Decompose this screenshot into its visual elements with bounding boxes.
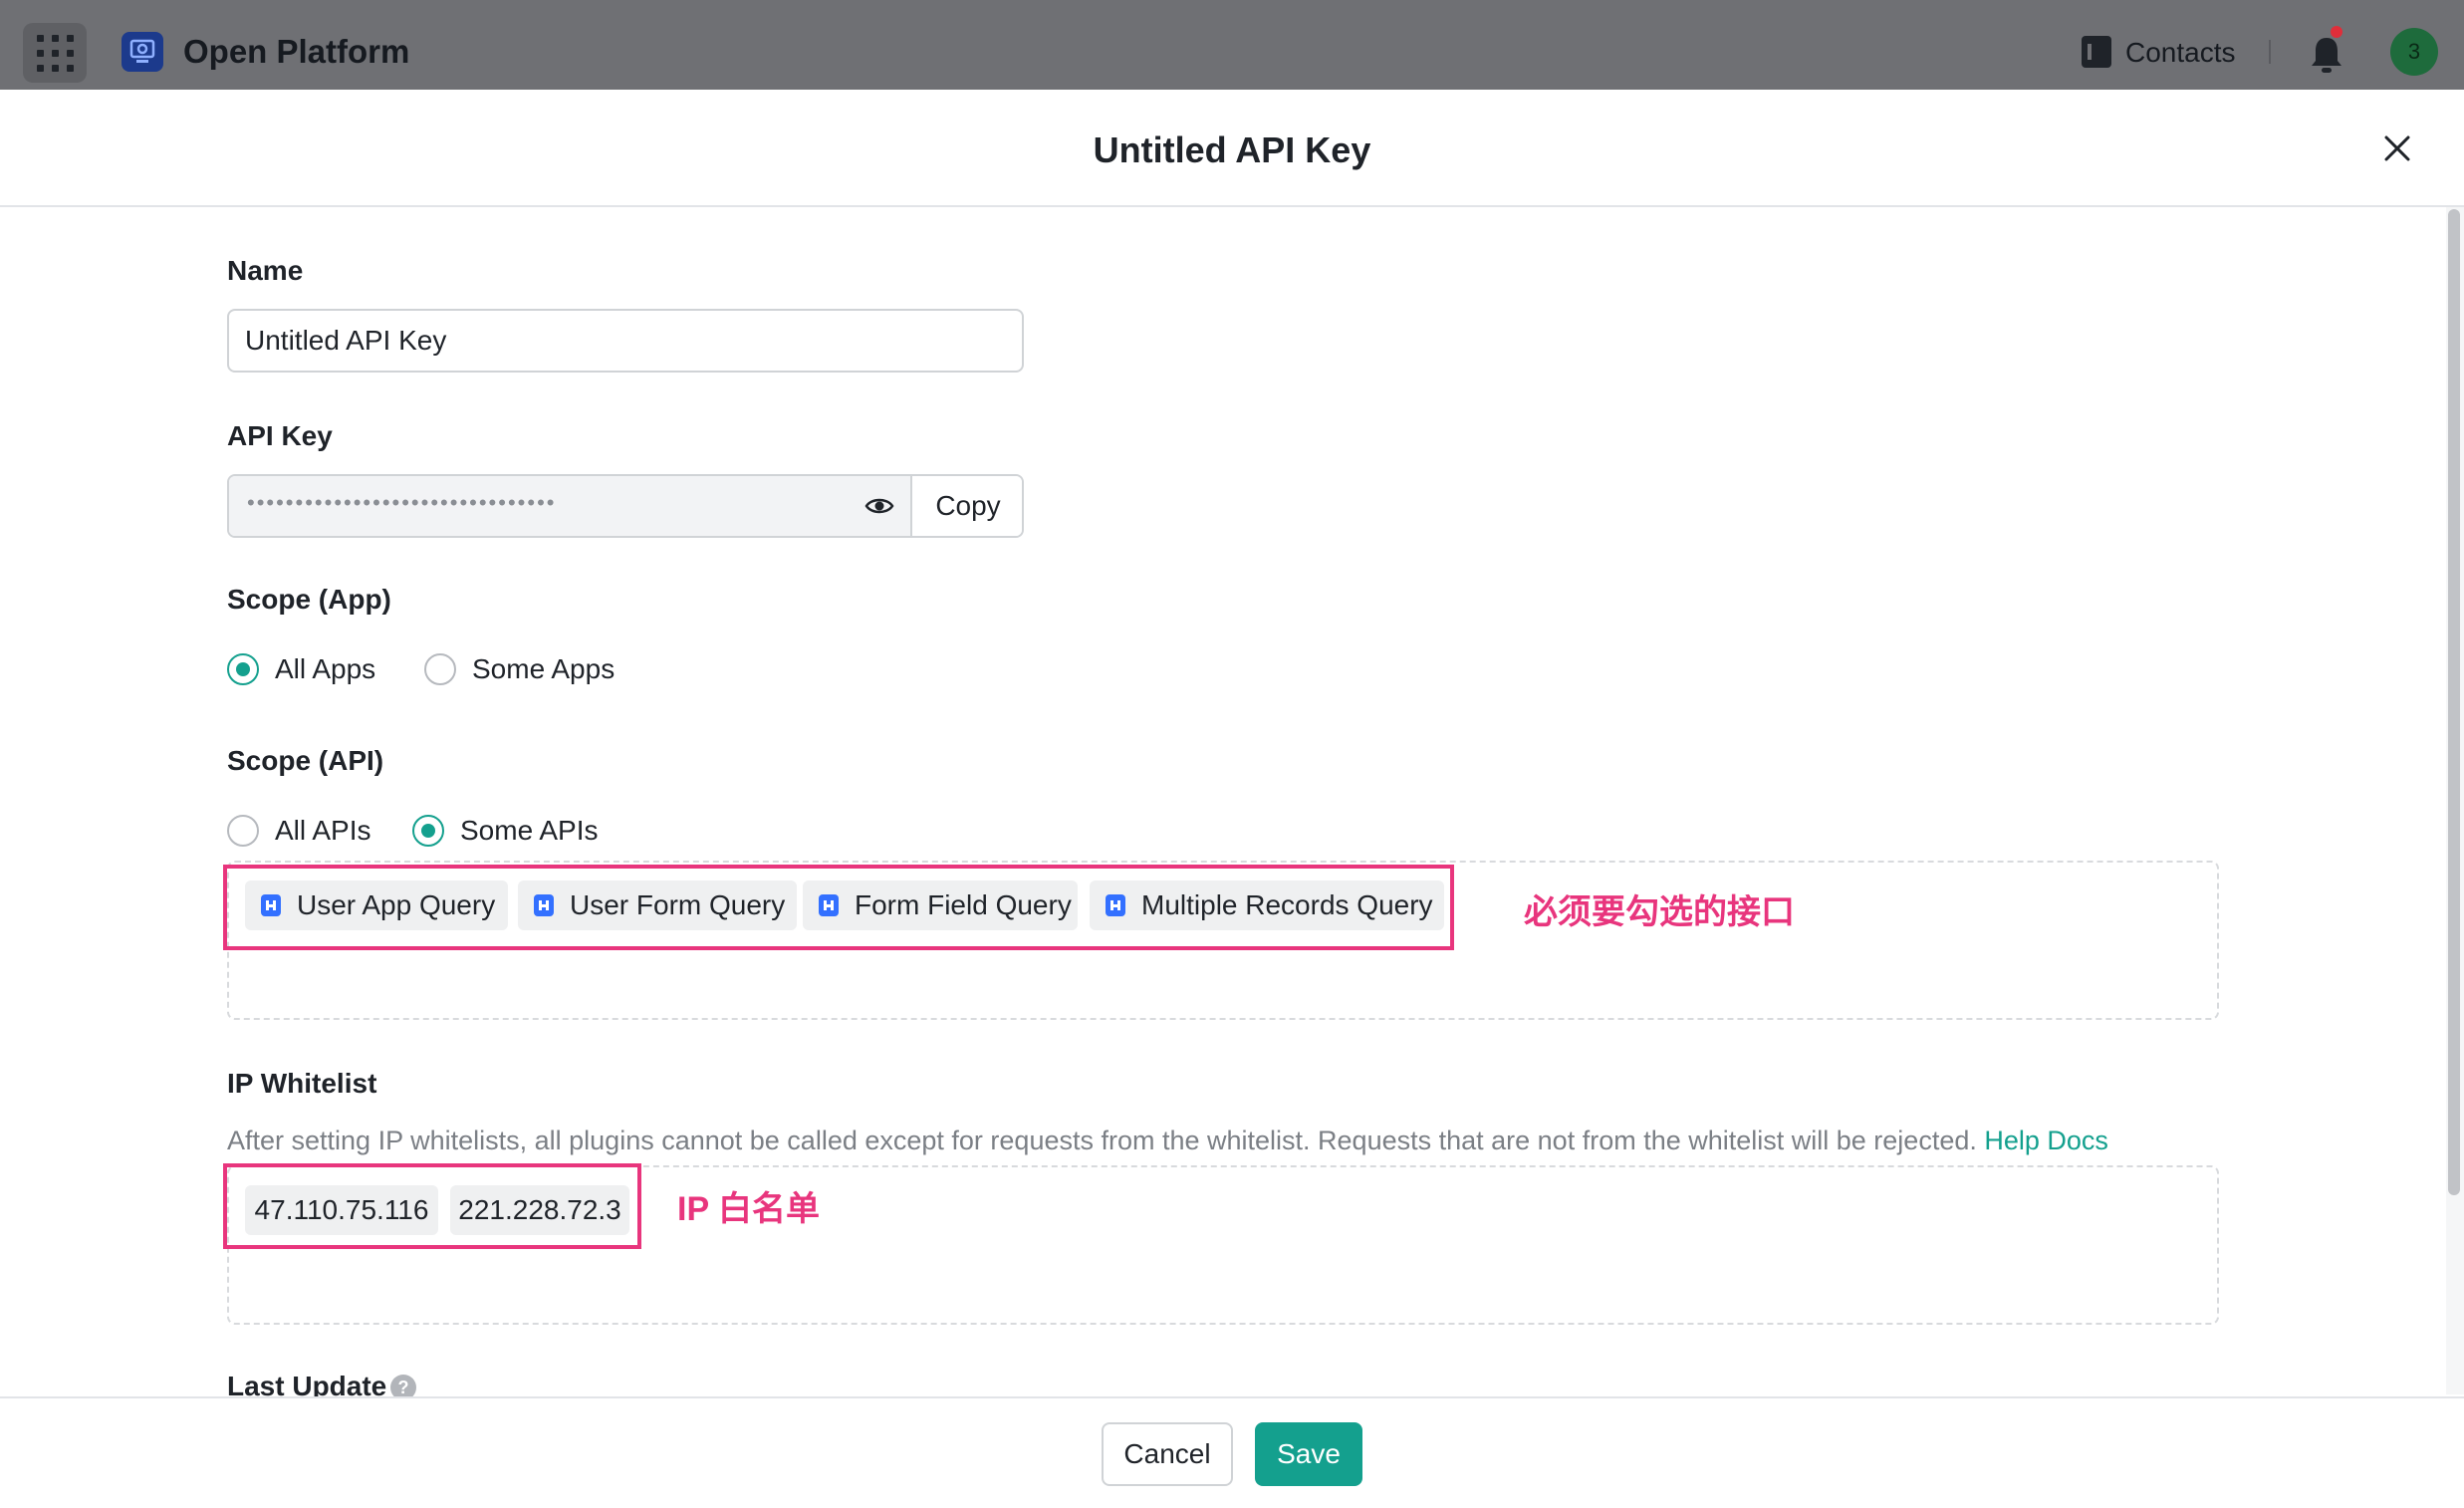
radio-dot <box>227 815 259 847</box>
topbar-divider <box>2269 40 2271 64</box>
ip-whitelist-label: IP Whitelist <box>227 1068 377 1099</box>
ip-whitelist-description: After setting IP whitelists, all plugins… <box>227 1126 2108 1156</box>
eye-icon[interactable] <box>864 492 894 520</box>
api-key-modal: Untitled API Key Name API Key ••••••••••… <box>0 90 2464 1508</box>
contacts-icon[interactable] <box>2082 36 2111 68</box>
cancel-button[interactable]: Cancel <box>1102 1422 1233 1486</box>
annotation-apis-note: 必须要勾选的接口 <box>1524 893 1795 931</box>
modal-header: Untitled API Key <box>0 90 2464 207</box>
top-bar: Open Platform Contacts 3 <box>0 0 2464 90</box>
radio-label: Some APIs <box>460 815 599 846</box>
app-grid-icon[interactable] <box>23 23 87 83</box>
name-label: Name <box>227 255 304 286</box>
radio-label: Some Apps <box>472 653 616 684</box>
contacts-link[interactable]: Contacts <box>2125 37 2236 69</box>
modal-title: Untitled API Key <box>1093 129 1371 170</box>
platform-title: Open Platform <box>183 33 410 70</box>
radio-dot <box>412 815 444 847</box>
copy-button[interactable]: Copy <box>910 476 1022 536</box>
api-key-label: API Key <box>227 420 333 451</box>
radio-label: All APIs <box>275 815 371 846</box>
annotation-ip-note: IP 白名单 <box>677 1190 820 1228</box>
notification-dot <box>2331 26 2342 38</box>
scope-app-label: Scope (App) <box>227 584 391 615</box>
modal-footer: Cancel Save <box>0 1396 2464 1508</box>
platform-logo-icon <box>122 32 163 72</box>
scrollbar-thumb[interactable] <box>2448 209 2460 1195</box>
api-key-masked-value: •••••••••••••••••••••••••••••••• <box>247 490 557 515</box>
api-key-input[interactable]: •••••••••••••••••••••••••••••••• <box>229 476 910 536</box>
save-button[interactable]: Save <box>1255 1422 1362 1486</box>
help-docs-link[interactable]: Help Docs <box>1984 1126 2108 1155</box>
scope-api-label: Scope (API) <box>227 745 384 776</box>
radio-label: All Apps <box>275 653 376 684</box>
avatar[interactable]: 3 <box>2390 28 2438 76</box>
radio-dot <box>424 653 456 685</box>
name-input[interactable] <box>227 309 1024 373</box>
annotation-box-apis <box>223 865 1454 950</box>
radio-dot <box>227 653 259 685</box>
close-icon[interactable] <box>2380 131 2414 165</box>
annotation-box-ips <box>223 1163 641 1249</box>
bell-icon[interactable] <box>2309 34 2344 74</box>
api-key-field: •••••••••••••••••••••••••••••••• Copy <box>227 474 1024 538</box>
ip-whitelist-description-text: After setting IP whitelists, all plugins… <box>227 1126 1977 1155</box>
